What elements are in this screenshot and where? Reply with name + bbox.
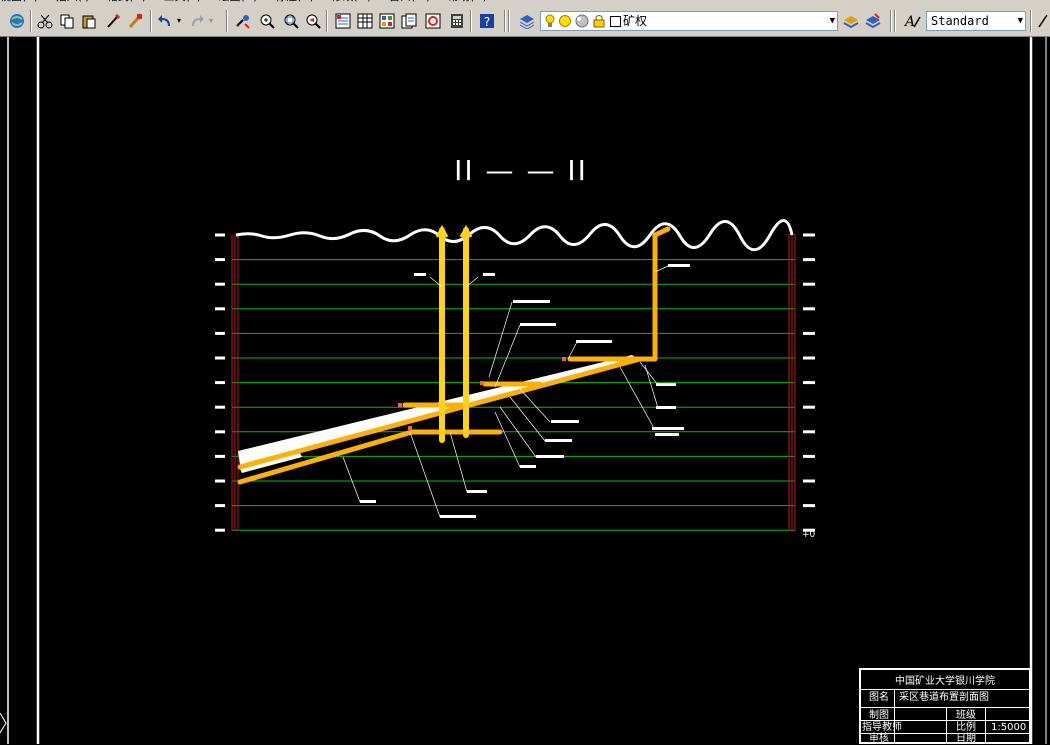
drawing-name-value: 采区巷道布置剖面图 [899, 692, 989, 703]
zoom-window-icon[interactable] [282, 12, 300, 30]
elevation-tick-label [215, 307, 225, 311]
globe-icon[interactable] [8, 12, 26, 30]
svg-text:A: A [904, 14, 915, 29]
elevation-tick-label [215, 430, 225, 434]
chevron-down-icon[interactable]: ▼ [830, 12, 835, 30]
matchprop-icon[interactable] [104, 12, 122, 30]
elevation-tick-label [215, 528, 225, 532]
sun-icon[interactable] [559, 15, 571, 27]
elevation-tick-label [215, 504, 225, 508]
calculator-icon[interactable] [448, 12, 466, 30]
ucs-icon-fragment [0, 712, 7, 734]
elevation-tick-label [215, 258, 225, 262]
elevation-tick-label [803, 381, 815, 385]
help-icon[interactable]: ? [478, 12, 496, 30]
layer-previous-icon[interactable] [842, 12, 860, 30]
elevation-tick-label [803, 331, 815, 335]
lock-icon[interactable] [592, 14, 606, 33]
chevron-down-icon[interactable]: ▾ [174, 12, 184, 30]
title-block: 中国矿业大学银川学院 图名 采区巷道布置剖面图 制图 班级 指导教师 比例 1:… [859, 668, 1031, 744]
lightbulb-icon[interactable] [545, 13, 555, 34]
dimension-style-icon[interactable] [1034, 12, 1050, 30]
properties-icon[interactable] [334, 12, 352, 30]
elevation-tick-label [215, 405, 225, 409]
redo-icon[interactable] [188, 12, 206, 30]
chevron-down-icon: ▾ [208, 16, 213, 25]
date-label: 日期 [956, 733, 976, 744]
zoom-previous-icon[interactable] [304, 12, 322, 30]
svg-text:?: ? [484, 15, 490, 29]
elevation-tick-label [215, 381, 225, 385]
layer-states-icon[interactable] [864, 12, 882, 30]
drawing-name-label: 图名 [869, 692, 889, 703]
elevation-tick-label [803, 430, 815, 434]
layer-name: 矿权 [623, 14, 648, 28]
sheet-set-icon[interactable] [400, 12, 418, 30]
coal-seam [238, 355, 638, 465]
pan-icon[interactable] [234, 12, 252, 30]
text-style-name: Standard [931, 14, 989, 28]
text-style-icon[interactable]: A [904, 12, 922, 30]
elevation-tick-label [803, 504, 815, 508]
brush-icon[interactable] [126, 12, 144, 30]
review-label: 审核 [869, 733, 889, 744]
layer-combo[interactable]: 矿权 ▼ [540, 11, 838, 31]
chevron-down-icon[interactable]: ▼ [1018, 12, 1023, 30]
design-center-icon[interactable] [356, 12, 374, 30]
copy-icon[interactable] [58, 12, 76, 30]
ground-surface-line [235, 219, 794, 252]
elevation-tick-label [215, 233, 225, 237]
elevation-tick-label [803, 307, 815, 311]
text-style-combo[interactable]: Standard ▼ [926, 11, 1026, 31]
markup-icon[interactable] [424, 12, 442, 30]
freeze-icon[interactable] [575, 14, 589, 33]
elevation-tick-label [803, 454, 815, 458]
section-title: II — — II [454, 154, 588, 187]
standard-toolbar: ▾ ▾ ? 矿权 ▼ A Standard ▼ [0, 6, 1050, 37]
tool-palettes-icon[interactable] [378, 12, 396, 30]
elevation-tick-label [215, 479, 225, 483]
cut-icon[interactable] [36, 12, 54, 30]
elevation-tick-label [215, 282, 225, 286]
paste-icon[interactable] [80, 12, 98, 30]
layer-manager-icon[interactable] [518, 12, 536, 30]
elevation-tick-label [803, 282, 815, 286]
elevation-tick-label [215, 454, 225, 458]
elevation-tick-label [803, 479, 815, 483]
elevation-tick-label [215, 331, 225, 335]
elevation-tick-label [803, 233, 815, 237]
elevation-tick-label [803, 356, 815, 360]
color-swatch-icon [610, 16, 621, 27]
zoom-realtime-icon[interactable] [258, 12, 276, 30]
drawing-canvas[interactable]: II — — II +0 [0, 37, 1050, 744]
elevation-tick-label [803, 258, 815, 262]
school-name: 中国矿业大学银川学院 [895, 676, 995, 687]
zero-elevation-label: +0 [802, 530, 816, 540]
elevation-tick-label [215, 356, 225, 360]
undo-icon[interactable] [156, 12, 174, 30]
elevation-tick-label [803, 405, 815, 409]
